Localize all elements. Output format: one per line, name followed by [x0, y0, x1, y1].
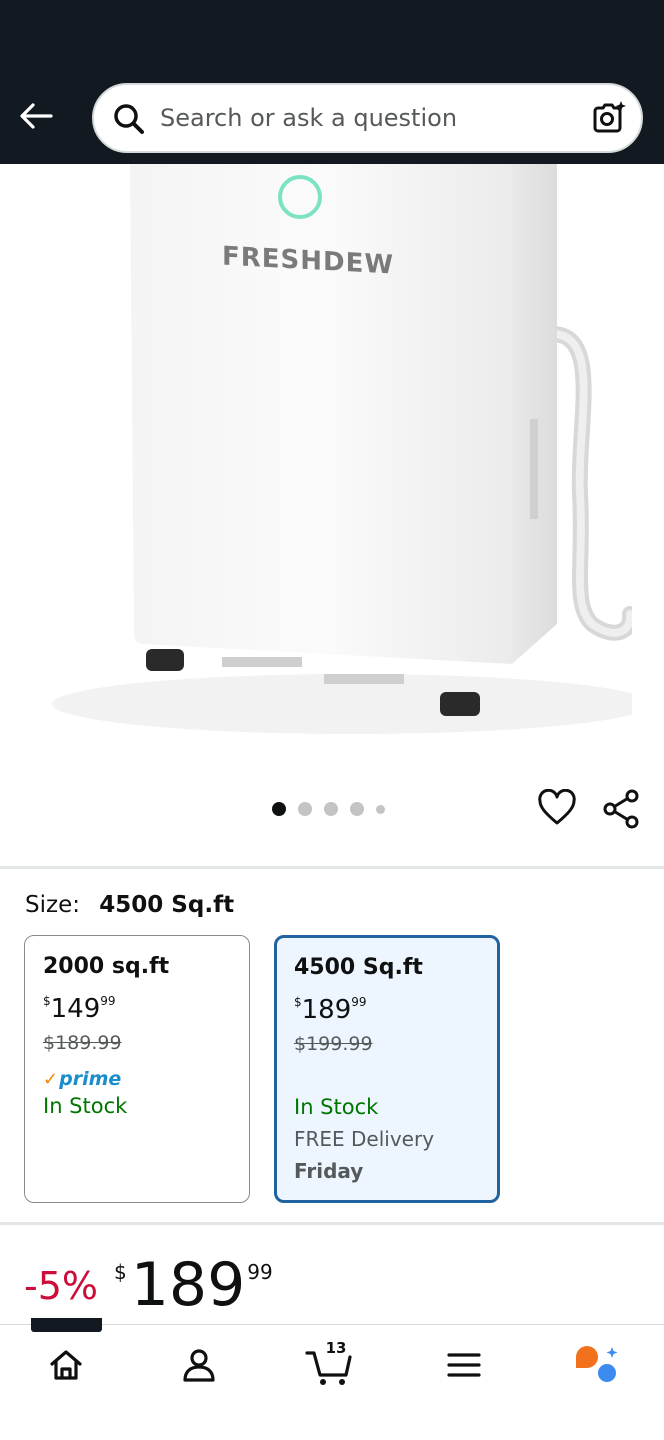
price-symbol: $ — [294, 995, 302, 1009]
prime-label: prime — [59, 1068, 122, 1090]
carousel-dot[interactable] — [298, 802, 312, 816]
option-delivery-day: Friday — [294, 1159, 364, 1183]
rufus-icon — [576, 1346, 618, 1382]
back-button[interactable] — [14, 96, 58, 136]
option-price: $18999 — [294, 995, 480, 1031]
option-price: $14999 — [43, 994, 231, 1030]
menu-icon — [447, 1353, 481, 1377]
search-icon — [114, 104, 144, 134]
price-whole: 149 — [50, 994, 101, 1024]
cart-count-badge: 13 — [325, 1339, 347, 1357]
option-title: 2000 sq.ft — [43, 954, 170, 979]
size-option-4500[interactable]: 4500 Sq.ft $18999 $199.99 In Stock FREE … — [274, 935, 500, 1203]
share-button[interactable] — [602, 789, 642, 834]
price-fraction: 99 — [351, 995, 367, 1009]
nav-menu[interactable] — [434, 1339, 494, 1391]
nav-account[interactable] — [169, 1339, 229, 1391]
price-symbol: $ — [43, 994, 51, 1008]
search-bar[interactable] — [92, 83, 643, 153]
share-icon — [603, 789, 639, 829]
image-carousel-dots[interactable] — [272, 802, 385, 816]
option-delivery: FREE Delivery — [294, 1127, 435, 1151]
discount-percent: -5% — [24, 1264, 98, 1308]
price-whole: 189 — [301, 995, 352, 1025]
nav-rufus[interactable] — [566, 1339, 626, 1391]
product-price: -5% $ 189 99 — [24, 1254, 273, 1324]
carousel-dot[interactable] — [376, 804, 385, 814]
wishlist-button[interactable] — [537, 788, 577, 834]
price-symbol: $ — [114, 1260, 127, 1284]
size-label-text: Size: — [25, 892, 80, 918]
option-was-price: $189.99 — [43, 1032, 122, 1054]
size-option-2000[interactable]: 2000 sq.ft $14999 $189.99 ✓ prime In Stoc… — [24, 935, 250, 1203]
option-stock: In Stock — [294, 1095, 379, 1119]
nav-home[interactable] — [36, 1339, 96, 1391]
prime-badge: ✓ prime — [43, 1064, 231, 1094]
prime-check-icon: ✓ — [43, 1068, 59, 1090]
carousel-dot[interactable] — [272, 802, 286, 816]
back-arrow-icon — [20, 103, 53, 129]
product-image[interactable]: FRESHDEW — [32, 164, 632, 739]
active-nav-indicator — [31, 1318, 102, 1332]
option-was-price: $199.99 — [294, 1033, 373, 1055]
section-divider — [0, 1222, 664, 1225]
bottom-navigation: 13 — [0, 1324, 664, 1440]
size-selector-label: Size: 4500 Sq.ft — [25, 892, 234, 918]
carousel-dot[interactable] — [324, 802, 338, 816]
price-whole: 189 — [130, 1250, 246, 1320]
option-stock: In Stock — [43, 1094, 128, 1118]
carousel-dot[interactable] — [350, 802, 364, 816]
heart-icon — [538, 788, 576, 825]
search-input[interactable] — [160, 85, 580, 151]
price-fraction: 99 — [247, 1260, 273, 1284]
top-header — [0, 0, 664, 164]
size-selected-value: 4500 Sq.ft — [99, 892, 235, 918]
price-fraction: 99 — [100, 994, 116, 1008]
nav-cart[interactable]: 13 — [299, 1339, 359, 1391]
section-divider — [0, 866, 664, 869]
camera-search-icon[interactable] — [591, 100, 627, 136]
account-icon — [183, 1349, 215, 1382]
home-icon — [50, 1350, 82, 1380]
option-title: 4500 Sq.ft — [294, 955, 423, 980]
